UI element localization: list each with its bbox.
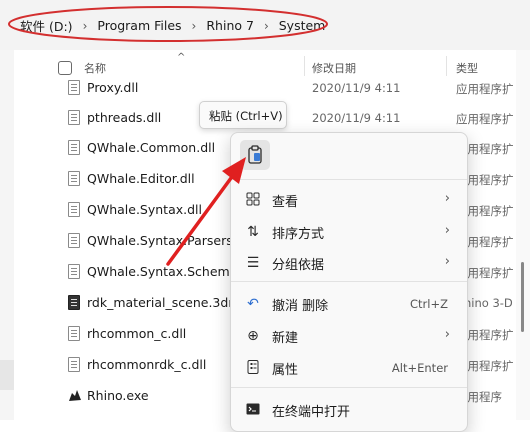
- submenu-arrow-icon: ›: [444, 327, 450, 342]
- breadcrumb-separator-icon: ›: [191, 18, 197, 33]
- file-row[interactable]: Proxy.dll 2020/11/9 4:11 应用程序扩: [14, 72, 516, 103]
- file-type: 应用程序扩: [456, 112, 514, 126]
- menu-item-label: 撤消 删除: [272, 299, 329, 314]
- terminal-icon: [244, 401, 262, 419]
- breadcrumb-system[interactable]: System: [279, 18, 326, 33]
- menu-item-label: 分组依据: [272, 258, 325, 273]
- menu-item-shortcut: Ctrl+Z: [410, 297, 448, 311]
- menu-item-label: 查看: [272, 195, 299, 210]
- dll-file-icon: [68, 202, 80, 217]
- file-name: Rhino.exe: [87, 388, 149, 403]
- menu-item-label: 新建: [272, 331, 299, 346]
- paste-button[interactable]: [240, 140, 270, 170]
- menu-separator: [231, 281, 467, 282]
- dll-file-icon: [68, 140, 80, 155]
- menu-item-sort[interactable]: ⇅ 排序方式 ›: [236, 217, 462, 247]
- dll-file-icon: [68, 80, 80, 95]
- file-name: rdk_material_scene.3dm: [87, 295, 241, 310]
- tooltip-text: 粘贴 (Ctrl+V): [209, 109, 283, 123]
- file-name: pthreads.dll: [87, 110, 162, 125]
- dll-file-icon: [68, 233, 80, 248]
- dll-file-icon: [68, 171, 80, 186]
- context-menu: 查看 › ⇅ 排序方式 › ☰ 分组依据 › ↶ 撤消 删除 Ctrl+Z ⊕ …: [230, 132, 468, 432]
- dll-file-icon: [68, 326, 80, 341]
- group-icon: ☰: [246, 255, 260, 271]
- breadcrumb-drive[interactable]: 软件 (D:): [20, 16, 73, 35]
- file-name: rhcommon_c.dll: [87, 326, 187, 341]
- menu-separator: [231, 179, 467, 180]
- rhino-app-icon: [68, 388, 81, 403]
- view-icon: [244, 191, 262, 209]
- scrollbar-thumb[interactable]: [521, 262, 524, 332]
- file-date: 2020/11/9 4:11: [312, 81, 401, 95]
- menu-item-group-by[interactable]: ☰ 分组依据 ›: [236, 248, 462, 278]
- file-name: QWhale.Editor.dll: [87, 171, 195, 186]
- breadcrumb-separator-icon: ›: [263, 18, 269, 33]
- navigation-pane-edge: [0, 50, 14, 420]
- vertical-scrollbar[interactable]: [516, 50, 530, 420]
- menu-item-view[interactable]: 查看 ›: [236, 185, 462, 215]
- undo-icon: ↶: [247, 296, 259, 312]
- file-date: 2020/11/9 4:11: [312, 111, 401, 125]
- properties-icon: [244, 359, 262, 377]
- file-type: 应用程序扩: [456, 82, 514, 96]
- file-name: QWhale.Syntax.dll: [87, 202, 202, 217]
- new-icon: ⊕: [247, 328, 259, 344]
- paste-icon: [248, 145, 262, 164]
- submenu-arrow-icon: ›: [444, 191, 450, 206]
- file-name: Proxy.dll: [87, 80, 139, 95]
- breadcrumb-separator-icon: ›: [82, 18, 88, 33]
- menu-item-shortcut: Alt+Enter: [391, 361, 448, 375]
- dll-file-icon: [68, 357, 80, 372]
- menu-separator: [231, 387, 467, 388]
- menu-item-label: 排序方式: [272, 227, 325, 242]
- sort-icon: ⇅: [247, 224, 259, 240]
- menu-item-new[interactable]: ⊕ 新建 ›: [236, 321, 462, 351]
- file-name: QWhale.Common.dll: [87, 140, 216, 155]
- menu-item-properties[interactable]: 属性 Alt+Enter: [236, 353, 462, 383]
- paste-tooltip: 粘贴 (Ctrl+V): [199, 101, 287, 129]
- 3dm-file-icon: [68, 295, 80, 310]
- breadcrumb: 软件 (D:) › Program Files › Rhino 7 › Syst…: [20, 16, 325, 35]
- menu-item-undo-delete[interactable]: ↶ 撤消 删除 Ctrl+Z: [236, 289, 462, 319]
- breadcrumb-program-files[interactable]: Program Files: [97, 18, 181, 33]
- breadcrumb-rhino7[interactable]: Rhino 7: [206, 18, 254, 33]
- menu-item-label: 属性: [272, 363, 299, 378]
- file-name: QWhale.Syntax.Parsers.dll: [87, 233, 252, 248]
- dll-file-icon: [68, 110, 80, 125]
- file-name: rhcommonrdk_c.dll: [87, 357, 207, 372]
- menu-item-open-in-terminal[interactable]: 在终端中打开: [236, 395, 462, 425]
- menu-item-label: 在终端中打开: [272, 405, 351, 420]
- submenu-arrow-icon: ›: [444, 254, 450, 269]
- dll-file-icon: [68, 264, 80, 279]
- submenu-arrow-icon: ›: [444, 223, 450, 238]
- address-bar: 软件 (D:) › Program Files › Rhino 7 › Syst…: [0, 0, 530, 50]
- sort-ascending-icon: ^: [177, 52, 186, 63]
